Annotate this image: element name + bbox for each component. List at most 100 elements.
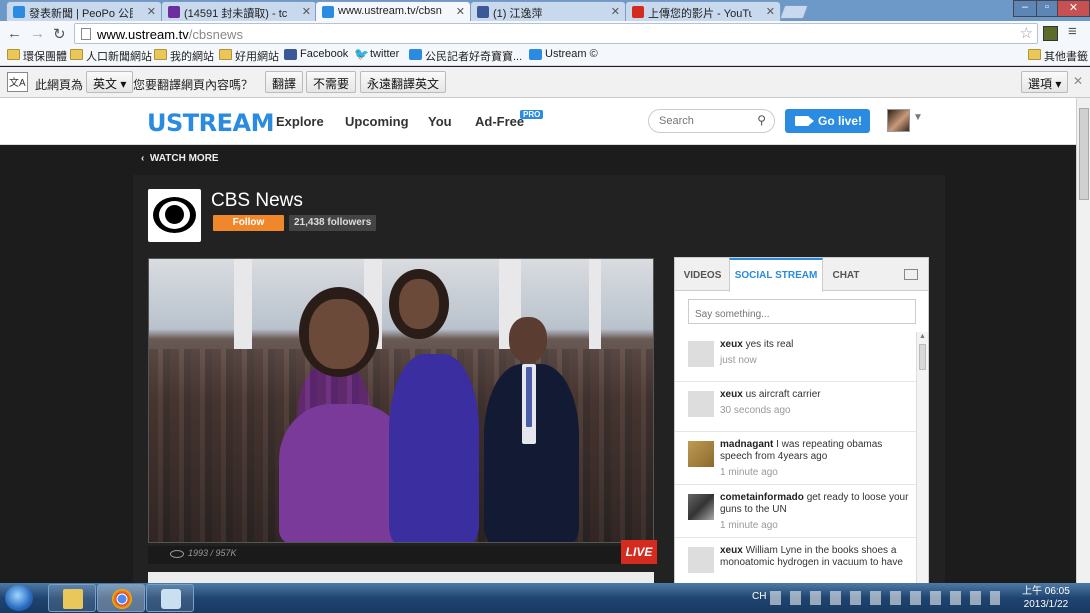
folder-icon	[1028, 49, 1041, 60]
page-scrollbar[interactable]	[1076, 98, 1090, 583]
nav-ad-free[interactable]: Ad-Free	[475, 114, 524, 129]
nav-upcoming[interactable]: Upcoming	[345, 114, 409, 129]
browser-tab-mail[interactable]: (14591 封未讀取) - tchang ✕	[161, 1, 317, 21]
close-tab-icon[interactable]: ✕	[456, 5, 465, 18]
close-tab-icon[interactable]: ✕	[611, 5, 620, 18]
no-translate-button[interactable]: 不需要	[306, 71, 357, 93]
windows-start-button[interactable]	[5, 585, 33, 611]
close-tab-icon[interactable]: ✕	[147, 5, 156, 18]
post-user[interactable]: xeux	[720, 545, 743, 556]
post-user[interactable]: xeux	[720, 339, 743, 350]
go-live-button[interactable]: Go live!	[785, 109, 870, 133]
youtube-favicon-icon	[632, 6, 644, 18]
clock-date: 2013/1/22	[1023, 599, 1069, 610]
close-tab-icon[interactable]: ✕	[302, 5, 311, 18]
always-translate-button[interactable]: 永遠翻譯英文	[360, 71, 447, 93]
bookmark-facebook[interactable]: Facebook	[284, 48, 348, 60]
follow-button[interactable]: Follow	[213, 215, 284, 231]
tab-chat[interactable]: CHAT	[823, 258, 869, 291]
taskbar-clock[interactable]: 上午 06:05 2013/1/22	[1022, 585, 1070, 611]
scroll-up-icon[interactable]: ▲	[919, 333, 926, 340]
bookmark-label: 公民記者好奇寶寶...	[425, 51, 523, 63]
close-infobar-icon[interactable]: ✕	[1073, 74, 1083, 88]
close-tab-icon[interactable]: ✕	[766, 5, 775, 18]
post-user[interactable]: cometainformado	[720, 492, 804, 503]
translate-question: 您要翻譯網頁內容嗎？	[133, 78, 254, 92]
tab-videos[interactable]: VIDEOS	[675, 258, 730, 291]
taskbar-explorer[interactable]	[48, 584, 96, 612]
video-player[interactable]	[148, 258, 654, 543]
browser-tab-peopo[interactable]: 發表新聞 | PeoPo 公民新聞 ✕	[6, 1, 162, 21]
back-arrow-icon[interactable]: ←	[7, 25, 22, 42]
forward-arrow-icon[interactable]: →	[30, 25, 45, 42]
avatar[interactable]	[688, 494, 714, 520]
minimize-button[interactable]: –	[1013, 0, 1037, 17]
bookmark-other-folder[interactable]: 其他書籤	[1028, 48, 1088, 64]
maximize-button[interactable]: ▫	[1036, 0, 1058, 17]
system-tray-icons[interactable]	[770, 591, 1000, 605]
ustream-icon	[529, 49, 542, 60]
bookmark-folder[interactable]: 我的網站	[154, 48, 214, 64]
bookmark-label: 人口新聞網站	[86, 51, 152, 63]
translate-options-select[interactable]: 選項 ▾	[1021, 71, 1069, 93]
followers-count: 21,438 followers	[289, 215, 377, 231]
taskbar-paint[interactable]	[146, 584, 194, 612]
avatar[interactable]	[688, 341, 714, 367]
post-text: William Lyne in the books shoes a monoat…	[720, 545, 903, 568]
translate-infobar: 文A 此網頁為 英文 ▾ 您要翻譯網頁內容嗎？ 翻譯 不需要 永遠翻譯英文 選項…	[0, 67, 1090, 98]
bookmark-star-icon[interactable]: ☆	[1020, 24, 1033, 42]
cbs-eye-logo[interactable]	[148, 189, 201, 242]
bookmark-ustream[interactable]: Ustream ©	[529, 48, 598, 60]
nav-you[interactable]: You	[428, 114, 452, 129]
chrome-menu-icon[interactable]: ≡	[1068, 23, 1077, 40]
user-avatar[interactable]	[887, 109, 910, 132]
page-scroll-thumb[interactable]	[1079, 108, 1089, 200]
tab-social-stream[interactable]: SOCIAL STREAM	[729, 258, 823, 292]
ustream-logo[interactable]: USTREAM	[147, 109, 274, 137]
url-text[interactable]: www.ustream.tv/cbsnews	[97, 27, 243, 42]
taskbar-chrome[interactable]	[97, 584, 145, 612]
channel-title: CBS News	[211, 190, 303, 211]
post-user[interactable]: madnagant	[720, 439, 773, 450]
say-something-input[interactable]	[688, 299, 916, 324]
watch-more-label: WATCH MORE	[149, 153, 219, 164]
yahoo-favicon-icon	[168, 6, 180, 18]
feed-scrollbar[interactable]: ▲	[916, 332, 928, 586]
bookmark-folder[interactable]: 環保團體	[7, 48, 67, 64]
new-tab-button[interactable]	[779, 5, 809, 19]
ime-indicator[interactable]: CH	[752, 591, 766, 602]
source-language-select[interactable]: 英文 ▾	[86, 71, 134, 93]
avatar[interactable]	[688, 441, 714, 467]
bookmark-label: 我的網站	[170, 51, 214, 63]
browser-tab-facebook[interactable]: (1) 江逸萍 ✕	[470, 1, 626, 21]
avatar[interactable]	[688, 391, 714, 417]
window-close-button[interactable]: ✕	[1057, 0, 1090, 17]
page-icon	[81, 28, 91, 40]
bookmark-twitter[interactable]: 🐦 twitter	[354, 48, 399, 60]
scroll-thumb[interactable]	[919, 344, 926, 370]
chevron-down-icon[interactable]: ▼	[913, 112, 923, 123]
browser-tab-youtube[interactable]: 上傳您的影片 - YouTube ✕	[625, 1, 781, 21]
browser-toolbar: ← → ↻ www.ustream.tv/cbsnews ☆	[0, 21, 1090, 46]
bookmark-label: 環保團體	[23, 51, 67, 63]
browser-tab-ustream[interactable]: www.ustream.tv/cbsnews ✕	[315, 1, 471, 22]
tab-title: 發表新聞 | PeoPo 公民新聞	[29, 8, 133, 20]
post-user[interactable]: xeux	[720, 389, 743, 400]
nav-explore[interactable]: Explore	[276, 114, 324, 129]
bookmark-folder[interactable]: 好用網站	[219, 48, 279, 64]
twitter-bird-icon: 🐦	[354, 47, 369, 61]
search-icon[interactable]: ⚲	[757, 113, 766, 127]
avatar[interactable]	[688, 547, 714, 573]
search-input[interactable]	[659, 115, 755, 127]
bookmark-folder[interactable]: 人口新聞網站	[70, 48, 152, 64]
translate-button[interactable]: 翻譯	[265, 71, 304, 93]
search-field[interactable]: ⚲	[648, 109, 775, 133]
address-bar[interactable]: www.ustream.tv/cbsnews ☆	[74, 23, 1038, 44]
facebook-favicon-icon	[477, 6, 489, 18]
tab-title: (1) 江逸萍	[493, 8, 543, 20]
extension-icon[interactable]	[1043, 26, 1058, 41]
bookmark-peopo[interactable]: 公民記者好奇寶寶...	[409, 48, 522, 64]
reload-icon[interactable]: ↻	[53, 25, 66, 43]
watch-more-link[interactable]: ‹ WATCH MORE	[141, 153, 219, 164]
popout-icon[interactable]	[904, 269, 918, 280]
